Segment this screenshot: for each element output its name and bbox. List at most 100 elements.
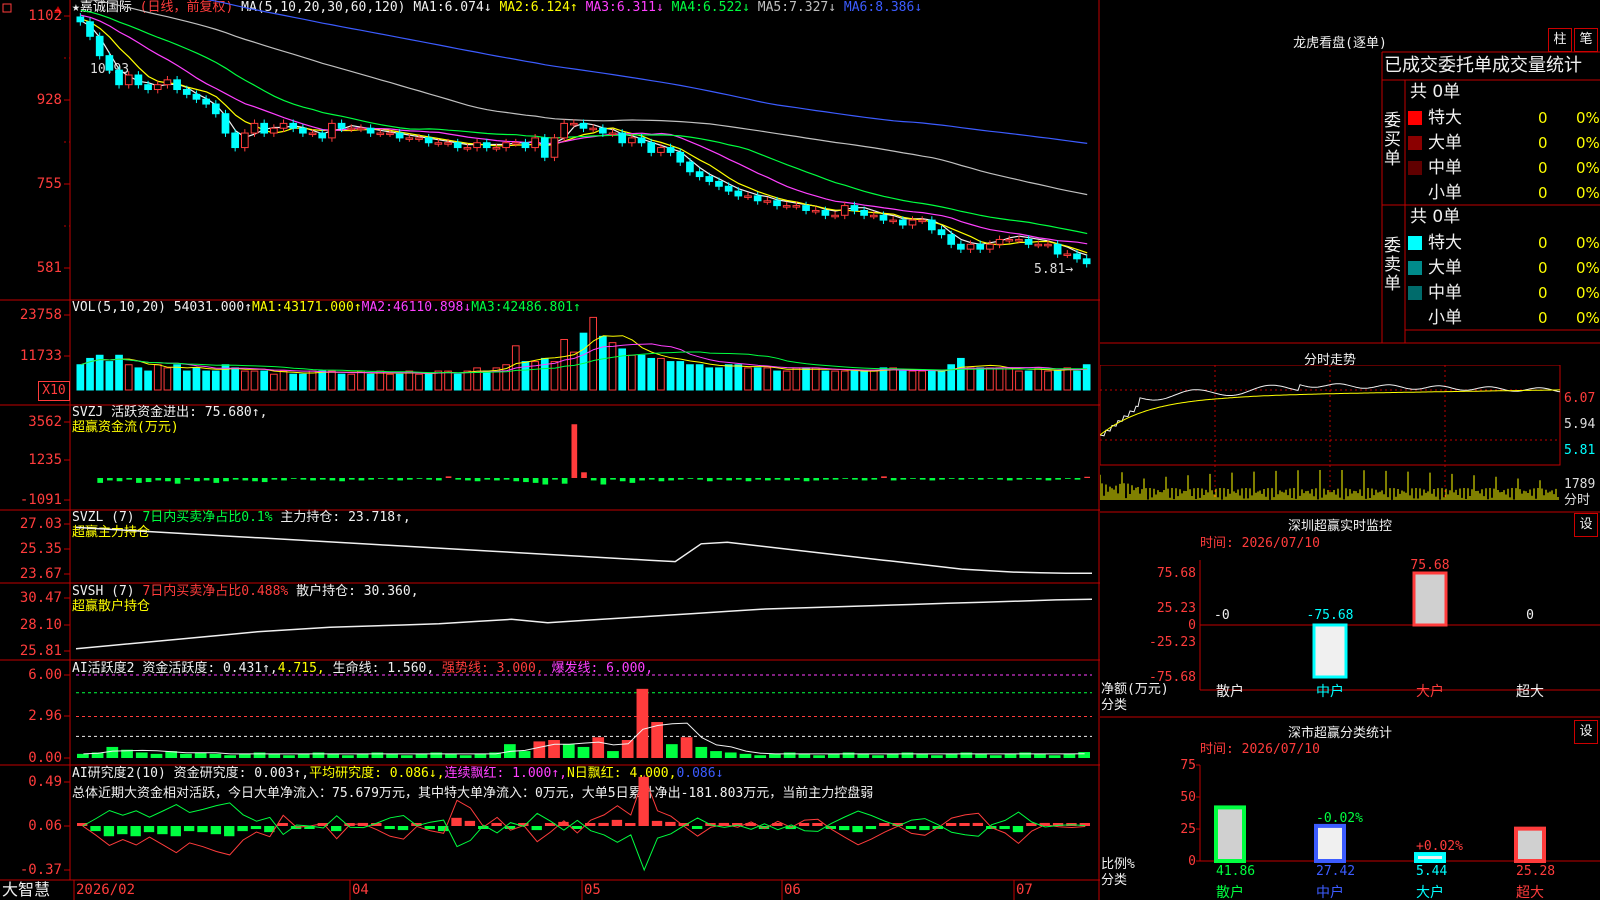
activity-bar bbox=[945, 753, 958, 758]
research-bar bbox=[812, 823, 823, 826]
research-bar bbox=[157, 826, 168, 835]
legend-swatch bbox=[1408, 261, 1422, 275]
research-bar bbox=[665, 821, 676, 826]
category-label: 超大 bbox=[1516, 885, 1544, 900]
research-bar bbox=[839, 826, 850, 831]
longhu-row: 小单 0 0% bbox=[1408, 306, 1600, 330]
longhu-row: 小单 0 0% bbox=[1408, 181, 1600, 205]
candle bbox=[763, 200, 772, 203]
candle bbox=[337, 122, 346, 129]
y-tick: 25.23 bbox=[1157, 601, 1196, 616]
candle bbox=[1044, 243, 1052, 247]
volume-bar bbox=[579, 332, 588, 391]
candle bbox=[628, 137, 636, 144]
longhu-row-count: 0 bbox=[1538, 259, 1548, 277]
volume-bar bbox=[666, 361, 675, 391]
activity-bar bbox=[283, 755, 295, 758]
longhu-row-name: 中单 bbox=[1428, 158, 1462, 178]
candle bbox=[637, 137, 646, 144]
volume-bar bbox=[986, 367, 994, 391]
research-bar bbox=[905, 826, 917, 829]
volume-bar bbox=[589, 316, 598, 391]
longhu-row-name: 小单 bbox=[1428, 308, 1462, 328]
longhu-tick-button[interactable]: 笔 bbox=[1574, 28, 1598, 52]
y-tick: 50 bbox=[1180, 790, 1196, 805]
research-bar bbox=[945, 823, 957, 826]
research-bar bbox=[1012, 826, 1024, 833]
activity-bar bbox=[180, 753, 192, 758]
volume-bar bbox=[144, 370, 152, 391]
activity-bar bbox=[400, 755, 413, 758]
activity-bar bbox=[783, 752, 796, 758]
bar-value-label: -75.68 bbox=[1307, 608, 1354, 623]
y-tick: 25 bbox=[1180, 822, 1196, 837]
activity-bar bbox=[607, 751, 619, 758]
candle bbox=[753, 195, 762, 202]
activity-bar bbox=[209, 753, 222, 758]
sz-class-settings-button[interactable]: 设 bbox=[1574, 720, 1598, 744]
candle bbox=[666, 147, 675, 153]
research-bar bbox=[424, 826, 435, 830]
legend-swatch bbox=[1408, 186, 1422, 200]
volume-bar bbox=[821, 370, 830, 391]
activity-bar bbox=[724, 752, 737, 758]
longhu-row-count: 0 bbox=[1538, 159, 1548, 177]
research-bar bbox=[277, 823, 288, 826]
activity-bar bbox=[813, 755, 825, 758]
main-chart-area[interactable]: 1102 928 755 581 23758 11733 X10 3562 12… bbox=[0, 0, 1100, 900]
candle bbox=[386, 132, 394, 136]
category-label: 中户 bbox=[1316, 683, 1344, 700]
volume-bar bbox=[308, 370, 317, 391]
activity-bar bbox=[901, 752, 914, 758]
longhu-row: 特大 0 0% bbox=[1408, 106, 1600, 130]
sz-monitor-chart[interactable]: 75.68 25.23 0 -25.23 -75.68 -0 散户 -75.68 中户 75.68… bbox=[1100, 555, 1600, 717]
plot-canvas[interactable] bbox=[0, 0, 1100, 900]
longhu-row-name: 中单 bbox=[1428, 283, 1462, 303]
candle bbox=[76, 16, 85, 23]
sz-monitor-settings-button[interactable]: 设 bbox=[1574, 513, 1598, 537]
research-bar bbox=[451, 817, 462, 826]
candle bbox=[231, 132, 239, 149]
activity-bar bbox=[1019, 752, 1032, 758]
candle bbox=[937, 229, 946, 236]
volume-bar bbox=[715, 367, 723, 391]
activity-bar bbox=[238, 753, 251, 758]
activity-bar bbox=[651, 722, 663, 758]
candle bbox=[250, 122, 259, 134]
activity-bar bbox=[680, 737, 693, 758]
candle bbox=[1005, 238, 1014, 242]
longhu-row-name: 特大 bbox=[1428, 233, 1462, 253]
volume-bar bbox=[260, 370, 269, 391]
longhu-row: 大单 0 0% bbox=[1408, 131, 1600, 155]
research-green-line bbox=[82, 802, 1086, 872]
activity-bar bbox=[474, 753, 487, 758]
longhu-row-count: 0 bbox=[1538, 134, 1548, 152]
activity-bar bbox=[150, 753, 163, 758]
activity-bar bbox=[415, 753, 428, 758]
activity-bar bbox=[842, 752, 855, 758]
y-tick: -25.23 bbox=[1149, 635, 1196, 650]
activity-bar bbox=[445, 753, 457, 758]
candle bbox=[792, 205, 801, 208]
research-bar bbox=[117, 826, 128, 835]
activity-bar bbox=[754, 755, 767, 758]
longhu-row-pct: 0% bbox=[1576, 184, 1600, 202]
candle bbox=[511, 142, 520, 145]
category-label: 中户 bbox=[1316, 884, 1344, 900]
intraday-vol-max: 1789 bbox=[1564, 477, 1596, 492]
activity-bar bbox=[989, 755, 1002, 758]
intraday-chart[interactable] bbox=[1100, 365, 1600, 512]
volume-bar bbox=[724, 364, 733, 391]
research-bar bbox=[197, 826, 208, 833]
volume-bar bbox=[153, 364, 162, 391]
sz-class-chart[interactable]: 75 50 25 0 41.86 散户 27.42 -0.02% 中户 5.44 +0.02% 大户 2… bbox=[1100, 757, 1600, 900]
activity-bar bbox=[769, 753, 781, 758]
activity-bar bbox=[1048, 755, 1061, 758]
longhu-bar-button[interactable]: 柱 bbox=[1548, 28, 1572, 52]
intraday-tick: 5.81 bbox=[1564, 443, 1596, 458]
candle bbox=[1073, 253, 1081, 260]
activity-bar bbox=[798, 753, 811, 758]
activity-bar bbox=[356, 753, 369, 758]
activity-bar bbox=[297, 753, 310, 758]
research-bar bbox=[183, 826, 195, 832]
